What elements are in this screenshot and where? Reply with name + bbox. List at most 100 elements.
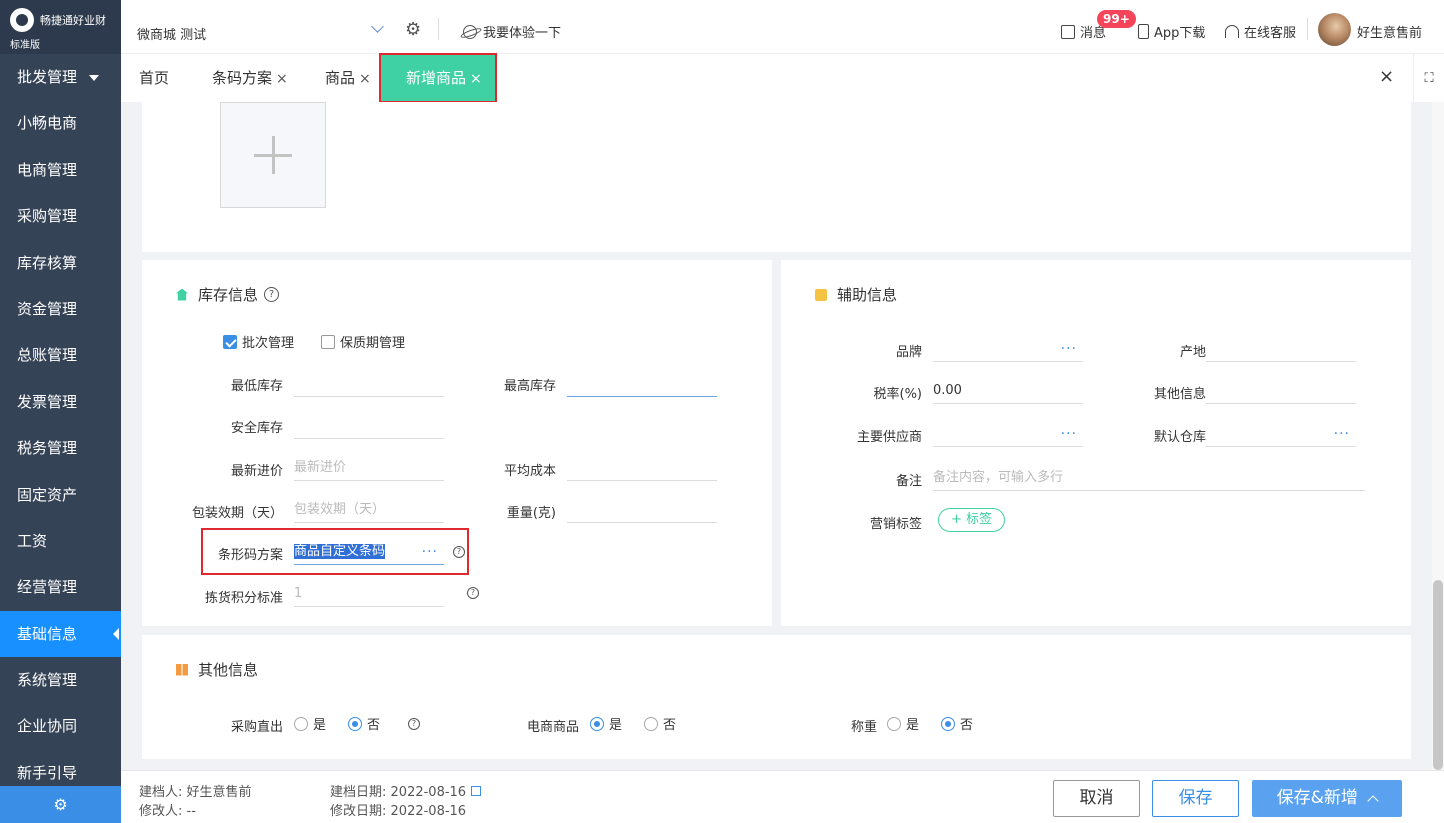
plus-icon — [254, 136, 292, 174]
image-upload-button[interactable] — [220, 102, 326, 208]
remark-input[interactable]: 备注内容，可输入多行 — [933, 465, 1365, 491]
sidebar-item-label: 总账管理 — [17, 346, 78, 365]
ecommerce-no[interactable]: 否 — [644, 714, 676, 733]
weigh-no[interactable]: 否 — [941, 714, 973, 733]
default-warehouse-input[interactable]: ··· — [1206, 421, 1356, 447]
sidebar-item-collaboration[interactable]: 企业协同 — [0, 703, 121, 749]
close-all-tabs-icon[interactable]: × — [1379, 66, 1394, 87]
gear-icon[interactable]: ⚙ — [405, 19, 421, 40]
brand-input[interactable]: ··· — [933, 336, 1083, 362]
max-stock-input[interactable] — [567, 371, 717, 397]
help-icon[interactable]: ? — [467, 587, 479, 599]
fullscreen-icon[interactable]: ⛶ — [1413, 54, 1444, 102]
more-options-icon[interactable]: ··· — [422, 539, 438, 565]
inventory-section-title: 库存信息 ? — [176, 284, 280, 305]
save-and-new-button[interactable]: 保存&新增 — [1252, 780, 1402, 817]
chevron-up-icon[interactable] — [1367, 795, 1379, 807]
tab-new-product[interactable]: 新增商品 × — [379, 53, 497, 103]
sidebar-item-wholesale[interactable]: 批发管理 — [0, 54, 121, 100]
edit-icon[interactable] — [471, 786, 482, 796]
help-icon[interactable]: ? — [264, 287, 280, 302]
tax-rate-input[interactable]: 0.00 — [933, 378, 1083, 404]
close-icon[interactable]: × — [359, 71, 371, 87]
supplier-input[interactable]: ··· — [933, 421, 1083, 447]
store-selector[interactable]: 微商城 测试 — [137, 24, 206, 43]
sidebar-item-fixed-assets[interactable]: 固定资产 — [0, 472, 121, 518]
sidebar-item-inventory[interactable]: 库存核算 — [0, 240, 121, 286]
tab-home[interactable]: 首页 — [139, 54, 169, 102]
scrollbar-thumb[interactable] — [1433, 580, 1443, 770]
weight-input[interactable] — [567, 497, 717, 523]
safety-stock-input[interactable] — [294, 413, 444, 439]
chevron-down-icon[interactable] — [371, 20, 384, 33]
try-experience-link[interactable]: 我要体验一下 — [463, 22, 561, 41]
direct-purchase-yes[interactable]: 是 — [294, 714, 326, 733]
divider — [1307, 18, 1308, 40]
min-stock-input[interactable] — [294, 371, 444, 397]
cancel-button[interactable]: 取消 — [1053, 780, 1140, 817]
sidebar-item-tax[interactable]: 税务管理 — [0, 425, 121, 471]
sidebar-item-operations[interactable]: 经营管理 — [0, 564, 121, 610]
online-support-label: 在线客服 — [1244, 26, 1297, 41]
more-options-icon[interactable]: ··· — [1061, 336, 1077, 362]
batch-management-checkbox[interactable]: 批次管理 — [223, 332, 294, 351]
sidebar-item-funds[interactable]: 资金管理 — [0, 286, 121, 332]
sidebar-item-ledger[interactable]: 总账管理 — [0, 332, 121, 378]
sidebar-item-basic-info[interactable]: 基础信息 — [0, 610, 121, 658]
sidebar-item-purchase[interactable]: 采购管理 — [0, 193, 121, 239]
checkbox-checked-icon — [223, 334, 237, 349]
sidebar-item-system[interactable]: 系统管理 — [0, 657, 121, 703]
package-days-input[interactable]: 包装效期（天） — [294, 497, 444, 523]
caret-down-icon[interactable] — [89, 75, 99, 81]
more-options-icon[interactable]: ··· — [1061, 421, 1077, 447]
radio-selected-icon — [348, 716, 363, 731]
sidebar-item-label: 固定资产 — [17, 485, 78, 504]
origin-label: 产地 — [1179, 345, 1206, 360]
save-button[interactable]: 保存 — [1152, 780, 1239, 817]
sidebar: 畅捷通好业财 标准版 批发管理 小畅电商 电商管理 采购管理 库存核算 资金管理 总账管理发… — [0, 0, 121, 823]
modifier-value: -- — [186, 804, 196, 819]
add-tag-button[interactable]: + 标签 — [938, 508, 1006, 532]
radio-selected-icon — [941, 716, 956, 731]
sidebar-item-ecommerce[interactable]: 电商管理 — [0, 147, 121, 193]
warehouse-icon — [176, 288, 188, 301]
aux-title: 辅助信息 — [837, 286, 898, 304]
online-support-button[interactable]: 在线客服 — [1225, 22, 1296, 41]
direct-purchase-no[interactable]: 否 — [348, 714, 380, 733]
sidebar-item-salary[interactable]: 工资 — [0, 518, 121, 564]
more-options-icon[interactable]: ··· — [1334, 421, 1350, 447]
app-download-label: App下载 — [1154, 26, 1206, 41]
shelf-life-checkbox[interactable]: 保质期管理 — [321, 332, 405, 351]
weight-label: 重量(克) — [506, 506, 556, 521]
checkbox-unchecked-icon — [321, 334, 335, 349]
avatar[interactable] — [1318, 13, 1351, 46]
sidebar-item-label: 采购管理 — [17, 207, 78, 226]
latest-price-placeholder: 最新进价 — [294, 460, 347, 475]
list-icon — [815, 288, 827, 301]
close-icon[interactable]: × — [276, 71, 288, 87]
origin-input[interactable] — [1206, 336, 1356, 362]
picking-points-input[interactable]: 1 — [294, 581, 444, 607]
help-icon[interactable]: ? — [408, 717, 421, 730]
help-icon[interactable]: ? — [453, 546, 465, 558]
close-icon[interactable]: × — [470, 71, 482, 87]
package-days-label: 包装效期（天） — [191, 506, 283, 521]
sidebar-item-xiaochang-ecommerce[interactable]: 小畅电商 — [0, 100, 121, 146]
modified-date-value: 2022-08-16 — [390, 804, 467, 819]
other-info-input[interactable] — [1206, 378, 1356, 404]
sidebar-item-label: 发票管理 — [17, 392, 78, 411]
settings-gear-icon[interactable]: ⚙ — [0, 786, 121, 823]
ecommerce-yes[interactable]: 是 — [590, 714, 622, 733]
username[interactable]: 好生意售前 — [1357, 22, 1422, 41]
footer-bar: 建档人: 好生意售前 修改人: -- 建档日期: 2022-08-16 修改日期… — [121, 770, 1444, 823]
app-download-button[interactable]: App下载 — [1138, 22, 1205, 41]
tab-products[interactable]: 商品 × — [325, 54, 371, 102]
barcode-scheme-input[interactable]: 商品自定义条码 ··· — [294, 539, 444, 565]
brand-logo-icon — [10, 8, 34, 32]
weigh-yes[interactable]: 是 — [887, 714, 919, 733]
latest-price-input[interactable]: 最新进价 — [294, 455, 444, 481]
avg-cost-input[interactable] — [567, 455, 717, 481]
other-section-title: 其他信息 — [176, 659, 258, 680]
sidebar-item-invoice[interactable]: 发票管理 — [0, 379, 121, 425]
tab-barcode-scheme[interactable]: 条码方案 × — [212, 54, 288, 102]
